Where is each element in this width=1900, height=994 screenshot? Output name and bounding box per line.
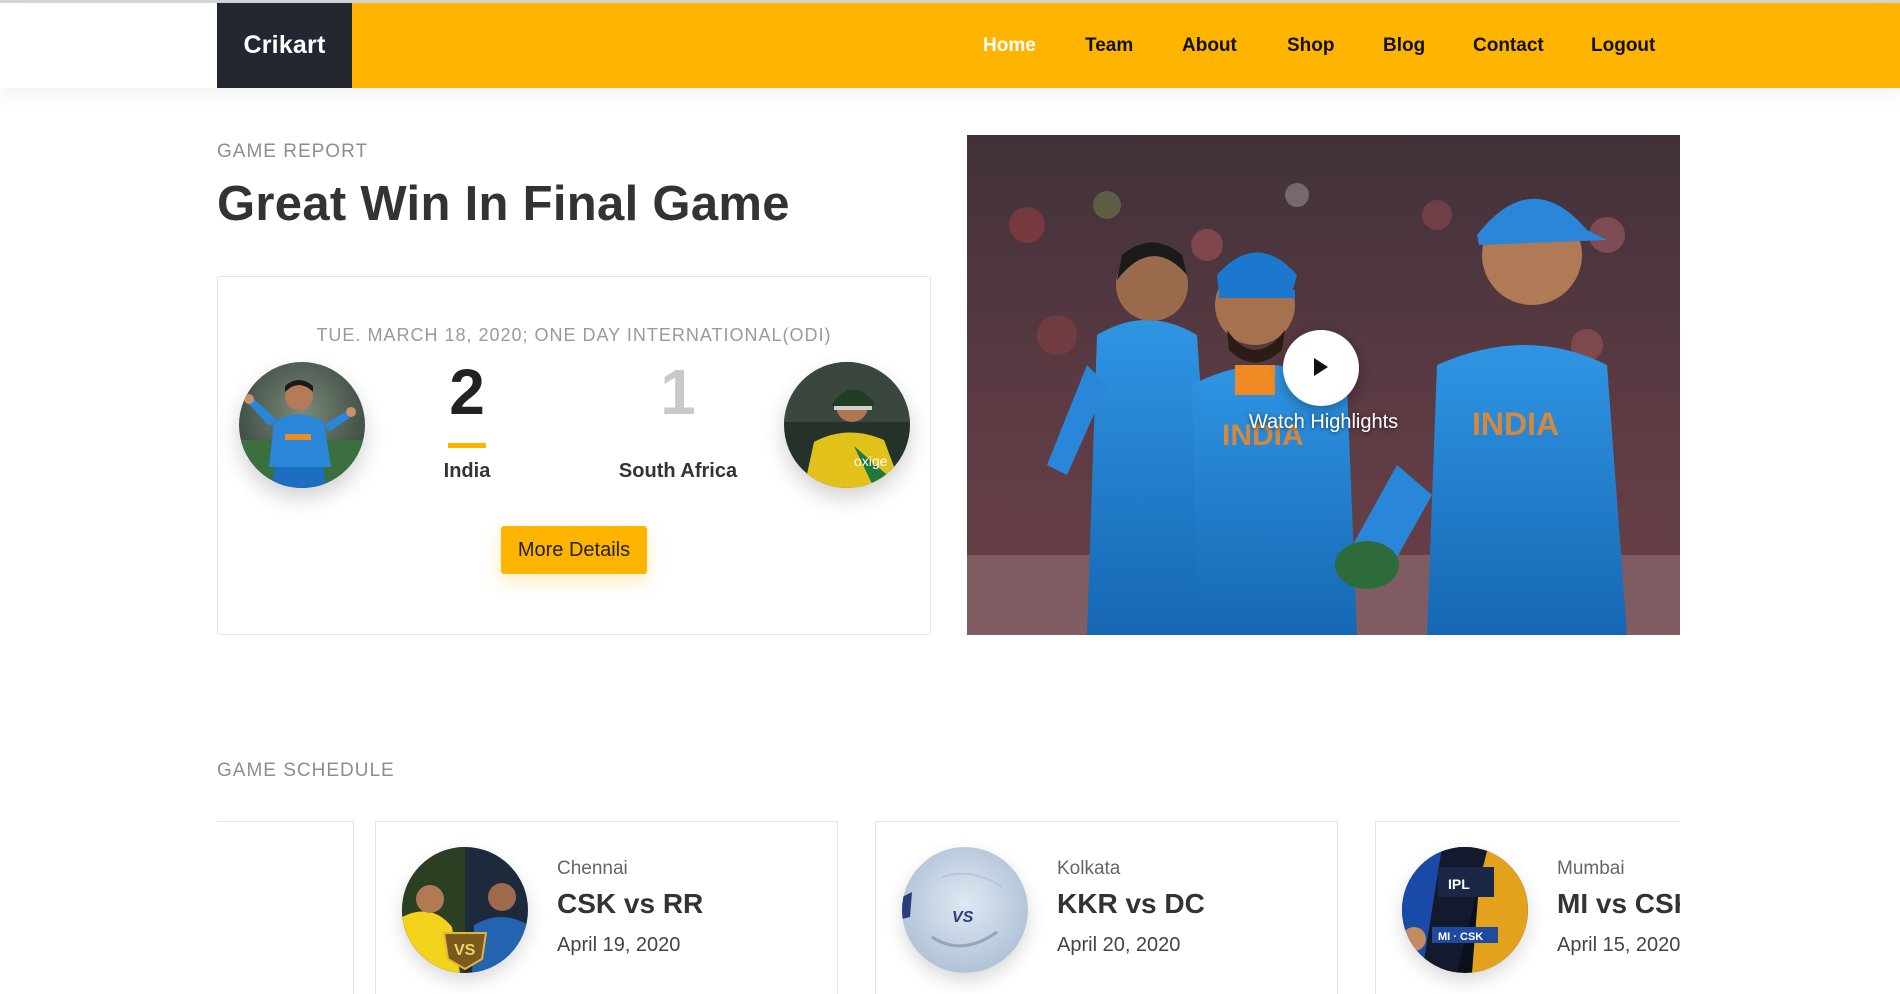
away-team-name: South Africa [618,460,738,482]
watch-highlights-label[interactable]: Watch Highlights [967,411,1680,434]
page-title: Great Win In Final Game [217,177,790,231]
score-card: TUE. MARCH 18, 2020; ONE DAY INTERNATION… [217,276,931,635]
home-team-name: India [443,460,491,482]
match-date: April 19, 2020 [557,934,681,956]
nav-item-home[interactable]: Home [983,3,1036,88]
svg-text:VS: VS [952,909,974,926]
team-india-avatar[interactable] [239,362,365,488]
away-score: 1 [660,356,696,428]
match-date: April 20, 2020 [1057,934,1181,956]
highlights-video[interactable]: INDIA INDIA Watch Highlights [967,135,1680,635]
game-schedule-eyebrow: GAME SCHEDULE [217,760,395,781]
match-title[interactable]: KKR vs DC [1057,888,1205,920]
winner-underline [448,443,486,448]
team-south-africa-avatar[interactable]: oxige [784,362,910,488]
match-thumbnail: VS [402,847,528,973]
svg-text:VS: VS [454,942,476,959]
match-title[interactable]: MI vs CSK [1557,888,1680,920]
more-details-button[interactable]: More Details [501,526,647,574]
match-title[interactable]: CSK vs RR [557,888,703,920]
nav-item-team[interactable]: Team [1085,3,1133,88]
match-city: Chennai [557,858,628,879]
match-info: TUE. MARCH 18, 2020; ONE DAY INTERNATION… [316,325,832,345]
nav-item-contact[interactable]: Contact [1473,3,1544,88]
match-thumbnail: VS [902,847,1028,973]
schedule-card[interactable]: VS Chennai CSK vs RR April 19, 2020 [375,821,838,994]
schedule-card[interactable]: VS Kolkata KKR vs DC April 20, 2020 [875,821,1338,994]
schedule-carousel[interactable]: VS Chennai CSK vs RR April 19, 2020 VS K… [217,821,1680,994]
nav-item-about[interactable]: About [1182,3,1237,88]
match-city: Kolkata [1057,858,1121,879]
match-date: April 15, 2020 [1557,934,1680,956]
home-score: 2 [449,356,485,428]
svg-text:IPL: IPL [1448,876,1470,892]
game-report-eyebrow: GAME REPORT [217,141,369,162]
play-icon[interactable] [1283,330,1359,406]
nav-item-logout[interactable]: Logout [1591,3,1655,88]
site-logo[interactable]: Crikart [217,3,352,88]
schedule-card-previous[interactable] [217,821,354,994]
nav-item-shop[interactable]: Shop [1287,3,1335,88]
nav-item-blog[interactable]: Blog [1383,3,1425,88]
match-thumbnail: IPL MI · CSK [1402,847,1528,973]
svg-text:MI · CSK: MI · CSK [1438,931,1483,943]
match-city: Mumbai [1557,858,1625,879]
svg-text:oxige: oxige [854,453,888,469]
schedule-card[interactable]: IPL MI · CSK Mumbai MI vs CSK April 15, … [1375,821,1680,994]
